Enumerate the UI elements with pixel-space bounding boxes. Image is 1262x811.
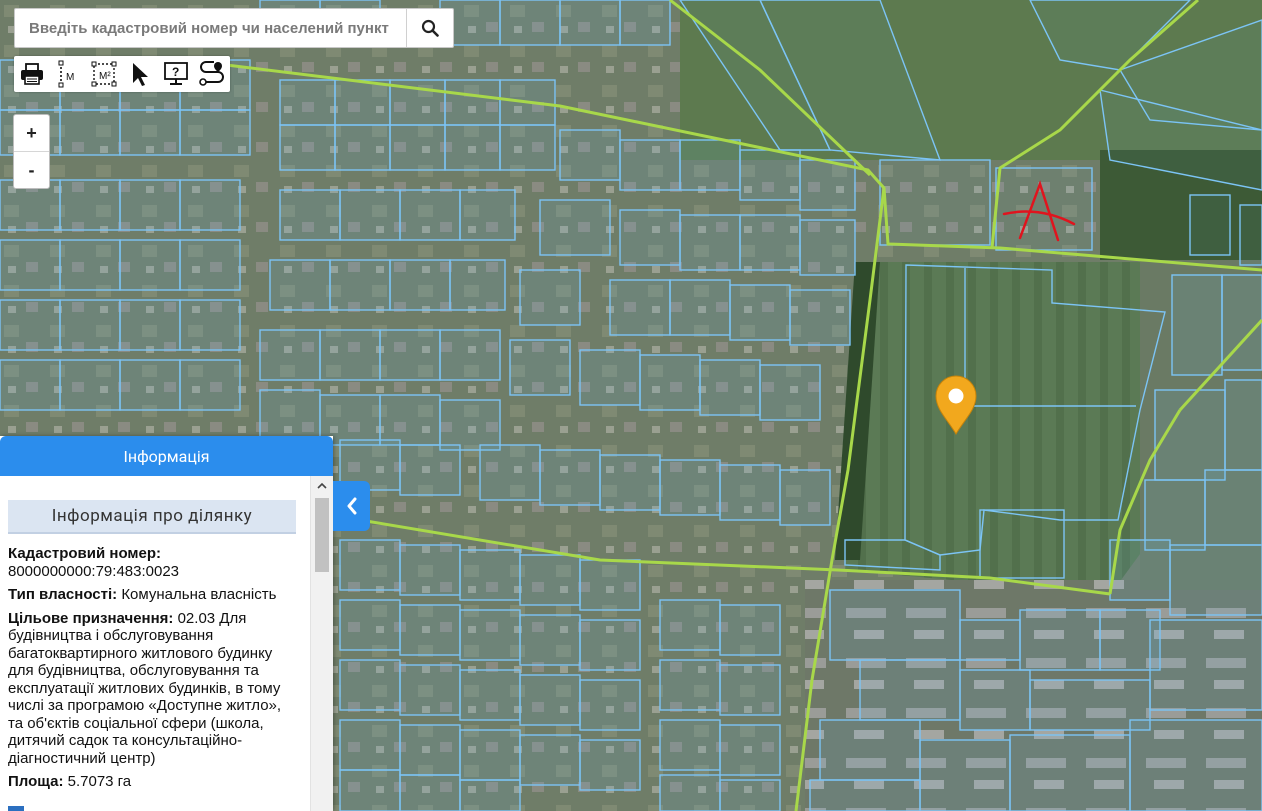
ruler-icon: M [58, 60, 74, 88]
search-icon [421, 19, 439, 37]
zoom-control: + - [13, 114, 50, 189]
print-tool[interactable] [14, 56, 50, 92]
scroll-thumb[interactable] [315, 498, 329, 572]
svg-text:M²: M² [99, 71, 111, 82]
measure-length-tool[interactable]: M [50, 56, 86, 92]
info-panel: Інформація Інформація про ділянку Кадаст… [0, 436, 333, 811]
panel-title: Інформація [0, 436, 333, 476]
info-query-icon: ? [164, 62, 188, 85]
svg-text:?: ? [172, 65, 179, 79]
area-value: 5.7073 га [63, 773, 132, 790]
map-toolbar: M M² ? [14, 56, 230, 92]
collapse-panel-button[interactable] [333, 481, 370, 531]
area-icon: M² [91, 61, 117, 87]
zoom-out-button[interactable]: - [14, 151, 49, 188]
purpose-value: 02.03 Для будівництва і обслуговування б… [8, 609, 282, 767]
scroll-up-button[interactable] [311, 476, 333, 494]
chevron-left-icon [347, 497, 356, 515]
measure-area-tool[interactable]: M² [86, 56, 122, 92]
ownership-label: Тип власності: [8, 586, 118, 603]
area-label: Площа: [8, 773, 64, 790]
cadastral-number-field: Кадастровий номер: 8000000000:79:483:002… [8, 545, 298, 580]
purpose-label: Цільове призначення: [8, 609, 174, 627]
cadastral-number-label: Кадастровий номер: [8, 545, 162, 562]
chevron-up-icon [317, 482, 327, 489]
info-tool[interactable]: ? [158, 56, 194, 92]
printer-icon [21, 63, 43, 85]
search-bar [14, 8, 454, 48]
cursor-arrow-icon [133, 63, 148, 86]
panel-subtitle: Інформація про ділянку [8, 500, 296, 534]
search-button[interactable] [406, 9, 453, 47]
ownership-value: Комунальна власність [117, 586, 277, 603]
town-parcels [809, 589, 1262, 811]
ownership-field: Тип власності: Комунальна власність [8, 586, 298, 604]
area-field: Площа: 5.7073 га [8, 773, 298, 791]
zoom-in-button[interactable]: + [14, 115, 49, 151]
panel-content[interactable]: Інформація про ділянку Кадастровий номер… [0, 476, 311, 811]
panel-scrollbar[interactable] [310, 476, 333, 811]
route-tool[interactable] [194, 56, 230, 92]
purpose-field: Цільове призначення: 02.03 Для будівницт… [8, 610, 298, 768]
search-input[interactable] [15, 9, 406, 47]
path-icon [199, 61, 224, 86]
svg-text:M: M [66, 72, 74, 83]
select-tool[interactable] [122, 56, 158, 92]
cadastral-number-value: 8000000000:79:483:0023 [8, 562, 180, 580]
layer-checkbox[interactable] [8, 806, 24, 811]
